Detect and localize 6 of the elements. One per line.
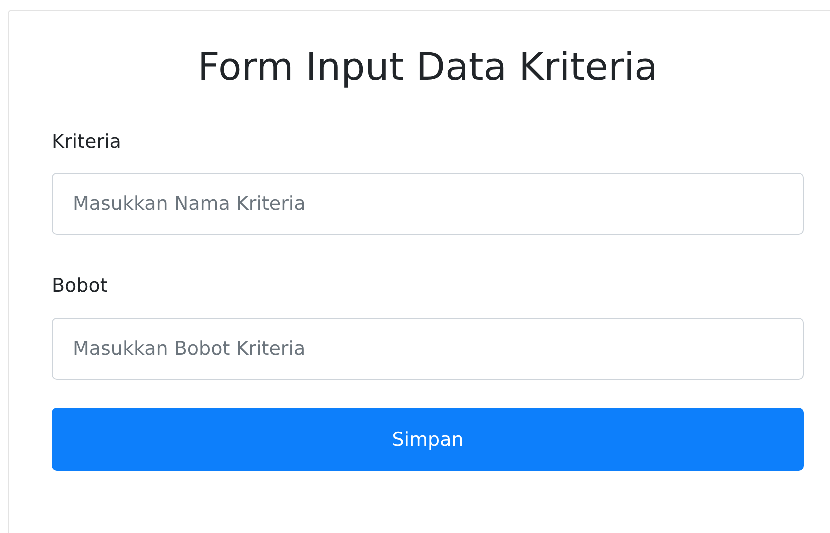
input-field[interactable]: Masukkan Bobot Kriteria [52, 318, 804, 380]
field-label: Kriteria [52, 130, 122, 154]
save-button[interactable]: Simpan [52, 408, 804, 472]
field-label: Bobot [52, 275, 109, 298]
form-title: Form Input Data Kriteria [197, 45, 659, 91]
input-field[interactable]: Masukkan Nama Kriteria [52, 173, 804, 236]
